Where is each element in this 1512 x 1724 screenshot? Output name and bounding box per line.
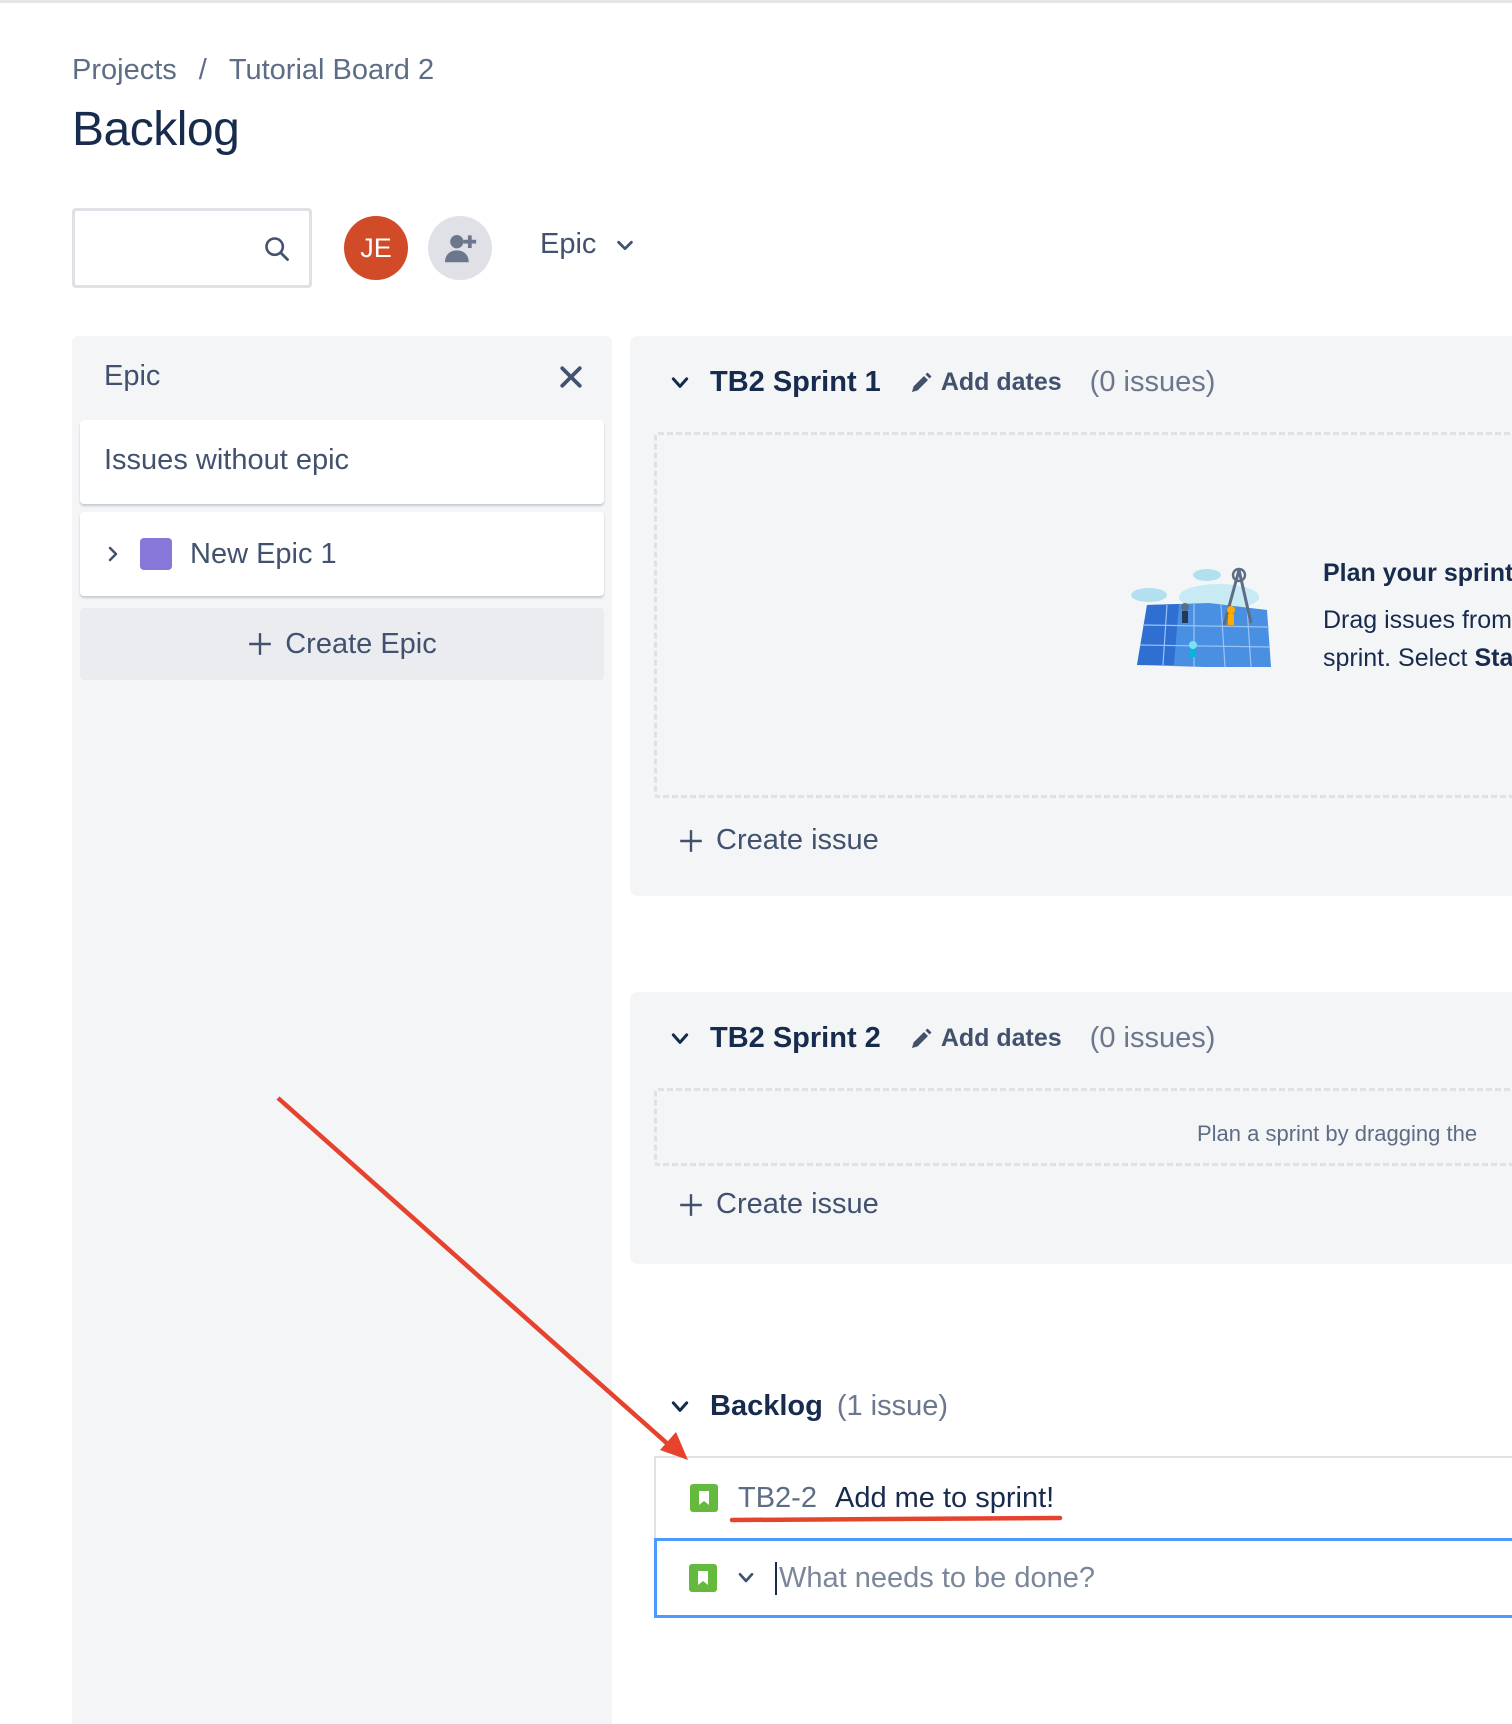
- add-people-button[interactable]: [428, 216, 492, 280]
- sprint-planning-illustration: [1131, 567, 1271, 668]
- chevron-down-icon: [617, 240, 634, 250]
- add-dates-label: Add dates: [940, 1024, 1062, 1052]
- chevron-right-icon[interactable]: [104, 545, 122, 563]
- issue-summary: Add me to sprint!: [834, 1481, 1055, 1514]
- new-issue-input[interactable]: [775, 1561, 1375, 1595]
- create-issue-label: Create issue: [716, 1188, 879, 1220]
- empty-sprint-text-line1: Drag issues from: [1323, 606, 1512, 634]
- sprint-container: TB2 Sprint 2 Add dates (0 issues) Plan a…: [630, 992, 1512, 1264]
- create-issue-button[interactable]: Create issue: [678, 1188, 879, 1221]
- empty-sprint-title: Plan your sprint: [1323, 559, 1512, 587]
- empty-sprint-text-line2: sprint. Select: [1323, 644, 1475, 672]
- chevron-down-icon[interactable]: [670, 1029, 690, 1049]
- sprint-dropzone: Plan your sprint Drag issues from sprint…: [654, 432, 1512, 798]
- breadcrumb-board[interactable]: Tutorial Board 2: [229, 54, 434, 87]
- epic-filter-dropdown[interactable]: Epic: [540, 228, 636, 261]
- search-icon: [265, 237, 289, 261]
- epic-name: New Epic 1: [190, 537, 337, 570]
- empty-sprint-hint: Plan a sprint by dragging the: [1197, 1121, 1478, 1146]
- sprint-name: TB2 Sprint 1: [710, 366, 881, 398]
- epic-panel-title: Epic: [104, 360, 161, 392]
- chevron-down-icon[interactable]: [737, 1569, 755, 1587]
- plus-icon: [249, 633, 272, 655]
- epic-item[interactable]: New Epic 1: [80, 512, 604, 596]
- sprint-header: TB2 Sprint 1 Add dates (0 issues): [670, 366, 1215, 399]
- create-issue-button[interactable]: Create issue: [678, 824, 879, 857]
- backlog-title: Backlog: [710, 1390, 823, 1422]
- sprint-header: TB2 Sprint 2 Add dates (0 issues): [670, 1022, 1215, 1055]
- close-icon[interactable]: [556, 362, 586, 392]
- top-divider: [0, 0, 1512, 3]
- plus-icon: [680, 829, 702, 852]
- add-dates-button[interactable]: Add dates: [909, 1024, 1062, 1053]
- sprint-container: TB2 Sprint 1 Add dates (0 issues) Plan y…: [630, 336, 1512, 896]
- add-user-icon: [444, 235, 477, 263]
- avatar[interactable]: JE: [344, 216, 408, 280]
- create-epic-label: Create Epic: [285, 627, 437, 660]
- pencil-icon: [911, 1028, 932, 1048]
- issues-without-epic[interactable]: Issues without epic: [80, 420, 604, 504]
- plus-icon: [680, 1193, 702, 1216]
- add-dates-button[interactable]: Add dates: [909, 368, 1062, 397]
- story-icon: [690, 1484, 718, 1512]
- breadcrumb-projects[interactable]: Projects: [72, 54, 177, 87]
- search-input[interactable]: [72, 208, 312, 288]
- issue-count: (0 issues): [1089, 366, 1216, 398]
- pencil-icon: [911, 372, 932, 392]
- create-issue-label: Create issue: [716, 824, 879, 856]
- empty-sprint-text-bold: Sta: [1474, 644, 1512, 672]
- epic-color-swatch: [140, 538, 172, 570]
- page-title: Backlog: [72, 103, 240, 156]
- issue-count: (0 issues): [1089, 1022, 1216, 1054]
- epic-panel: Epic Issues without epic New Epic 1 Crea…: [72, 336, 612, 1724]
- chevron-down-icon[interactable]: [670, 1397, 690, 1417]
- backlog-header: Backlog (1 issue): [670, 1390, 948, 1423]
- epic-filter-label: Epic: [540, 228, 597, 260]
- create-epic-button[interactable]: Create Epic: [80, 608, 604, 680]
- sprint-dropzone: Plan a sprint by dragging the: [654, 1088, 1512, 1166]
- breadcrumb-separator: /: [198, 54, 207, 86]
- story-icon: [689, 1564, 717, 1592]
- empty-sprint-text: Drag issues from sprint. Select Sta: [1323, 601, 1512, 677]
- issue-key[interactable]: TB2-2: [738, 1482, 817, 1515]
- new-issue-row: [654, 1538, 1512, 1618]
- backlog-count: (1 issue): [836, 1390, 949, 1422]
- sprint-name: TB2 Sprint 2: [710, 1022, 881, 1054]
- table-row[interactable]: TB2-2 Add me to sprint!: [654, 1456, 1512, 1538]
- breadcrumb: Projects / Tutorial Board 2: [72, 54, 434, 87]
- add-dates-label: Add dates: [940, 368, 1062, 396]
- chevron-down-icon[interactable]: [670, 373, 690, 393]
